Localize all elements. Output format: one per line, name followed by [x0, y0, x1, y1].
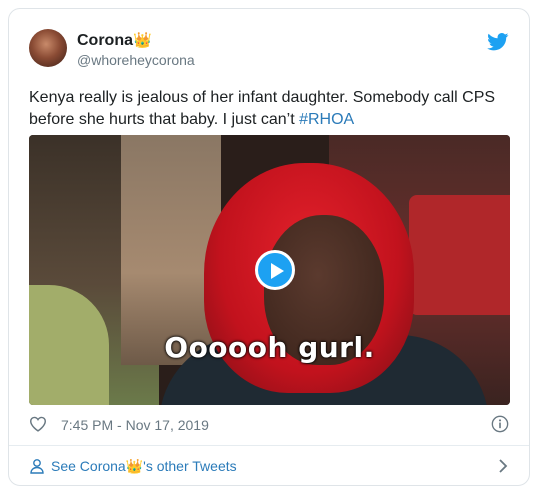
avatar[interactable] [29, 29, 67, 67]
play-button[interactable] [255, 250, 295, 290]
chevron-right-icon [499, 459, 508, 473]
gif-media[interactable]: Oooooh gurl. [29, 135, 510, 405]
footer-crown-emoji: 👑 [125, 458, 144, 474]
author-block[interactable]: Corona👑 @whoreheycorona [77, 31, 195, 69]
see-other-tweets-text: See Corona👑's other Tweets [51, 457, 237, 475]
media-background-seat [409, 195, 510, 315]
twitter-bird-icon[interactable] [487, 33, 509, 51]
display-name[interactable]: Corona👑 [77, 31, 195, 51]
play-icon [271, 263, 284, 279]
user-handle[interactable]: @whoreheycorona [77, 51, 195, 69]
crown-emoji: 👑 [133, 32, 152, 49]
see-other-tweets-link[interactable]: See Corona👑's other Tweets [29, 455, 509, 477]
footer-link-prefix: See Corona [51, 458, 126, 474]
embedded-tweet-card: Corona👑 @whoreheycorona Kenya really is … [8, 8, 530, 486]
gif-caption: Oooooh gurl. [164, 331, 375, 364]
footer-divider [9, 445, 529, 446]
person-icon [30, 459, 44, 474]
hashtag-link[interactable]: #RHOA [299, 111, 354, 128]
tweet-header: Corona👑 @whoreheycorona [29, 29, 509, 69]
info-icon[interactable] [491, 415, 509, 433]
tweet-body-text: Kenya really is jealous of her infant da… [29, 89, 496, 128]
tweet-text: Kenya really is jealous of her infant da… [29, 87, 509, 131]
heart-icon[interactable] [29, 416, 47, 432]
tweet-meta: 7:45 PM - Nov 17, 2019 [29, 414, 509, 436]
timestamp[interactable]: 7:45 PM - Nov 17, 2019 [61, 416, 209, 434]
footer-link-suffix: 's other Tweets [143, 458, 237, 474]
display-name-text: Corona [77, 32, 133, 49]
